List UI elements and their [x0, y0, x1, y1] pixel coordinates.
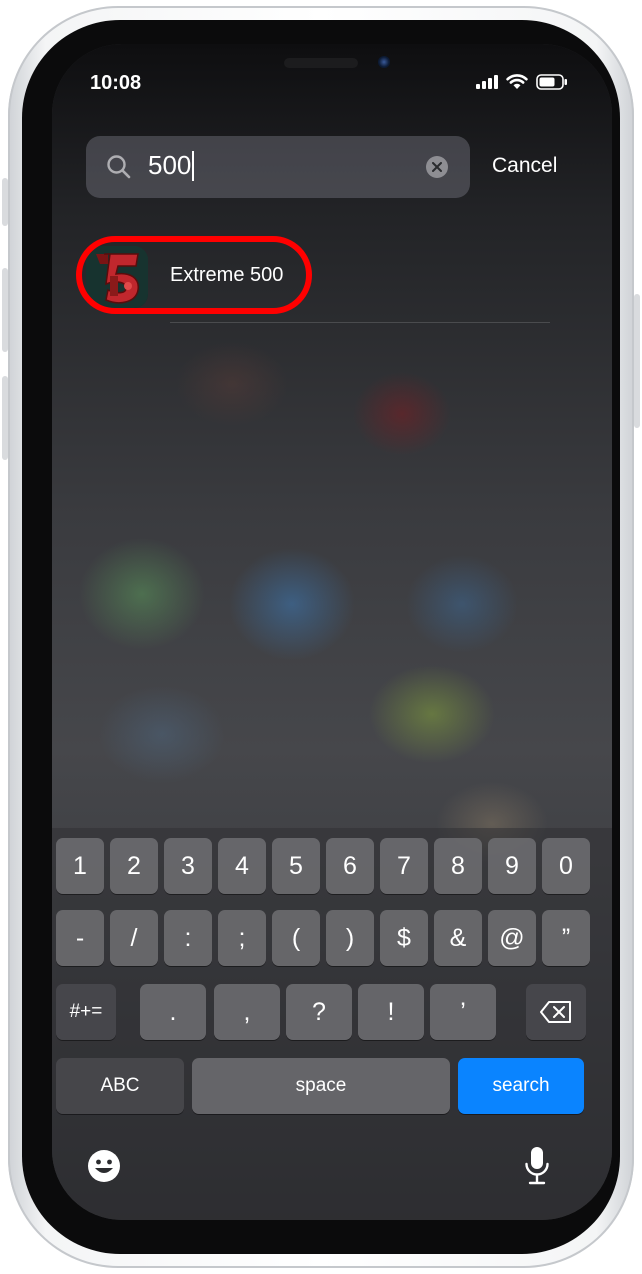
microphone-icon[interactable]: [524, 1146, 550, 1186]
key-at[interactable]: @: [488, 910, 536, 966]
side-button: [634, 294, 640, 428]
key-close-paren[interactable]: ): [326, 910, 374, 966]
key-semicolon[interactable]: ;: [218, 910, 266, 966]
backspace-key[interactable]: [526, 984, 586, 1040]
key-7[interactable]: 7: [380, 838, 428, 894]
key-9[interactable]: 9: [488, 838, 536, 894]
key-apostrophe[interactable]: ’: [430, 984, 496, 1040]
key-exclamation[interactable]: !: [358, 984, 424, 1040]
mute-switch: [2, 178, 8, 226]
key-6[interactable]: 6: [326, 838, 374, 894]
front-camera: [378, 56, 390, 68]
highlight-annotation-ring: [76, 236, 312, 314]
key-comma[interactable]: ,: [214, 984, 280, 1040]
clear-search-button[interactable]: [426, 156, 448, 178]
status-icons: [476, 74, 568, 90]
result-divider: [170, 322, 550, 323]
battery-icon: [536, 74, 567, 90]
key-3[interactable]: 3: [164, 838, 212, 894]
search-icon: [107, 155, 131, 179]
backspace-icon: [540, 1001, 571, 1023]
key-colon[interactable]: :: [164, 910, 212, 966]
earpiece-speaker: [284, 58, 358, 68]
search-field[interactable]: 500: [86, 136, 470, 198]
key-quote[interactable]: ”: [542, 910, 590, 966]
key-ampersand[interactable]: &: [434, 910, 482, 966]
key-0[interactable]: 0: [542, 838, 590, 894]
volume-up-button: [2, 268, 8, 352]
key-4[interactable]: 4: [218, 838, 266, 894]
volume-down-button: [2, 376, 8, 460]
key-abc[interactable]: ABC: [56, 1058, 184, 1114]
search-key[interactable]: search: [458, 1058, 584, 1114]
cancel-button[interactable]: Cancel: [492, 154, 557, 178]
key-2[interactable]: 2: [110, 838, 158, 894]
phone-screen: 10:08 500 Cancel Extreme 500 1 2 3 4 5 6…: [52, 44, 612, 1220]
key-open-paren[interactable]: (: [272, 910, 320, 966]
key-dollar[interactable]: $: [380, 910, 428, 966]
key-question[interactable]: ?: [286, 984, 352, 1040]
search-query[interactable]: 500: [148, 150, 195, 181]
wifi-icon: [506, 74, 528, 89]
emoji-icon[interactable]: [86, 1148, 122, 1184]
key-slash[interactable]: /: [110, 910, 158, 966]
key-symbols-toggle[interactable]: #+=: [56, 984, 116, 1040]
cellular-signal-icon: [476, 75, 498, 89]
numeric-keyboard: 1 2 3 4 5 6 7 8 9 0 - / : ; ( ) $ & @ ” …: [52, 828, 612, 1220]
key-period[interactable]: .: [140, 984, 206, 1040]
key-hyphen[interactable]: -: [56, 910, 104, 966]
key-8[interactable]: 8: [434, 838, 482, 894]
text-caret: [192, 150, 195, 181]
space-key[interactable]: space: [192, 1058, 450, 1114]
status-time: 10:08: [90, 72, 142, 94]
search-query-text: 500: [148, 150, 192, 180]
clear-x-icon: [432, 162, 442, 172]
key-1[interactable]: 1: [56, 838, 104, 894]
key-5[interactable]: 5: [272, 838, 320, 894]
